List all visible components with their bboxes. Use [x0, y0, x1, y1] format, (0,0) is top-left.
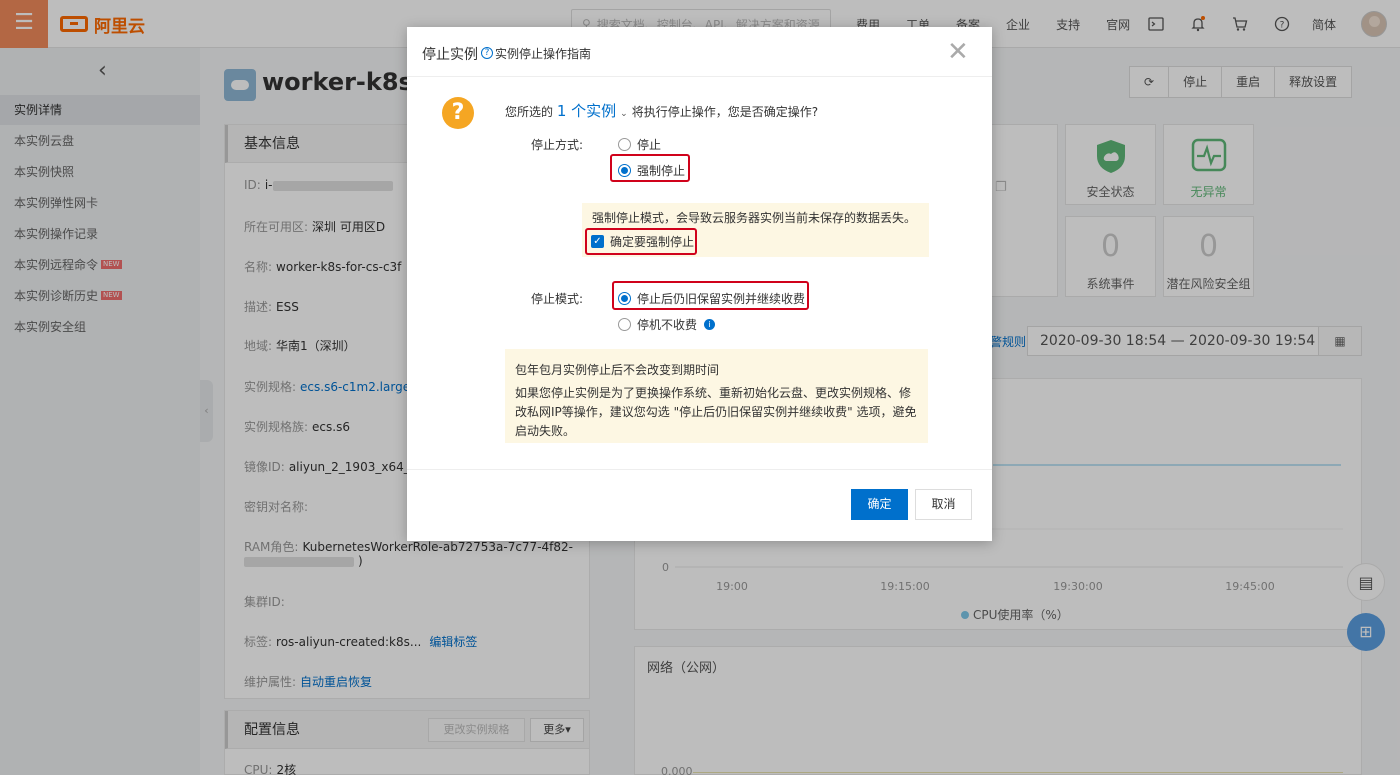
highlight-box	[585, 228, 697, 255]
warning-question-icon: ?	[442, 97, 474, 129]
info-icon[interactable]: i	[704, 319, 716, 330]
question-circle-icon[interactable]: ?	[481, 47, 493, 59]
confirm-message: 您所选的 1 个实例 ⌄ 将执行停止操作，您是否确定操作?	[505, 100, 818, 121]
confirm-suffix: 将执行停止操作，您是否确定操作?	[631, 105, 819, 119]
stop-mode-no-charge-radio[interactable]: 停机不收费 i	[618, 316, 716, 333]
close-icon[interactable]: ✕	[947, 37, 969, 67]
force-stop-warning-text: 强制停止模式，会导致云服务器实例当前未保存的数据丢失。	[592, 211, 917, 225]
chevron-down-icon[interactable]: ⌄	[620, 109, 628, 119]
instance-count-dropdown[interactable]: 1 个实例	[557, 102, 616, 120]
radio-label: 停机不收费	[637, 318, 698, 332]
stop-mode-label: 停止模式:	[531, 292, 584, 306]
tip-body: 如果您停止实例是为了更换操作系统、重新初始化云盘、更改实例规格、修改私网IP等操…	[515, 386, 917, 438]
tip-title: 包年包月实例停止后不会改变到期时间	[515, 363, 720, 377]
stop-method-normal-radio[interactable]: 停止	[618, 136, 661, 153]
dialog-footer-divider	[407, 469, 992, 470]
cancel-button[interactable]: 取消	[915, 489, 972, 520]
radio-circle	[618, 138, 631, 151]
radio-label: 停止	[637, 138, 662, 152]
subscription-tip-box: 包年包月实例停止后不会改变到期时间 如果您停止实例是为了更换操作系统、重新初始化…	[505, 349, 928, 443]
dialog-header: 停止实例 ? 实例停止操作指南 ✕	[407, 27, 992, 77]
stop-method-label: 停止方式:	[531, 138, 584, 152]
confirm-button[interactable]: 确定	[851, 489, 908, 520]
radio-circle	[618, 318, 631, 331]
dialog-title: 停止实例	[422, 47, 478, 63]
highlight-box	[610, 154, 690, 182]
highlight-box	[612, 281, 809, 310]
confirm-prefix: 您所选的	[505, 105, 554, 119]
stop-guide-link[interactable]: 实例停止操作指南	[495, 45, 591, 62]
stop-instance-dialog: 停止实例 ? 实例停止操作指南 ✕ ? 您所选的 1 个实例 ⌄ 将执行停止操作，您…	[407, 27, 992, 541]
